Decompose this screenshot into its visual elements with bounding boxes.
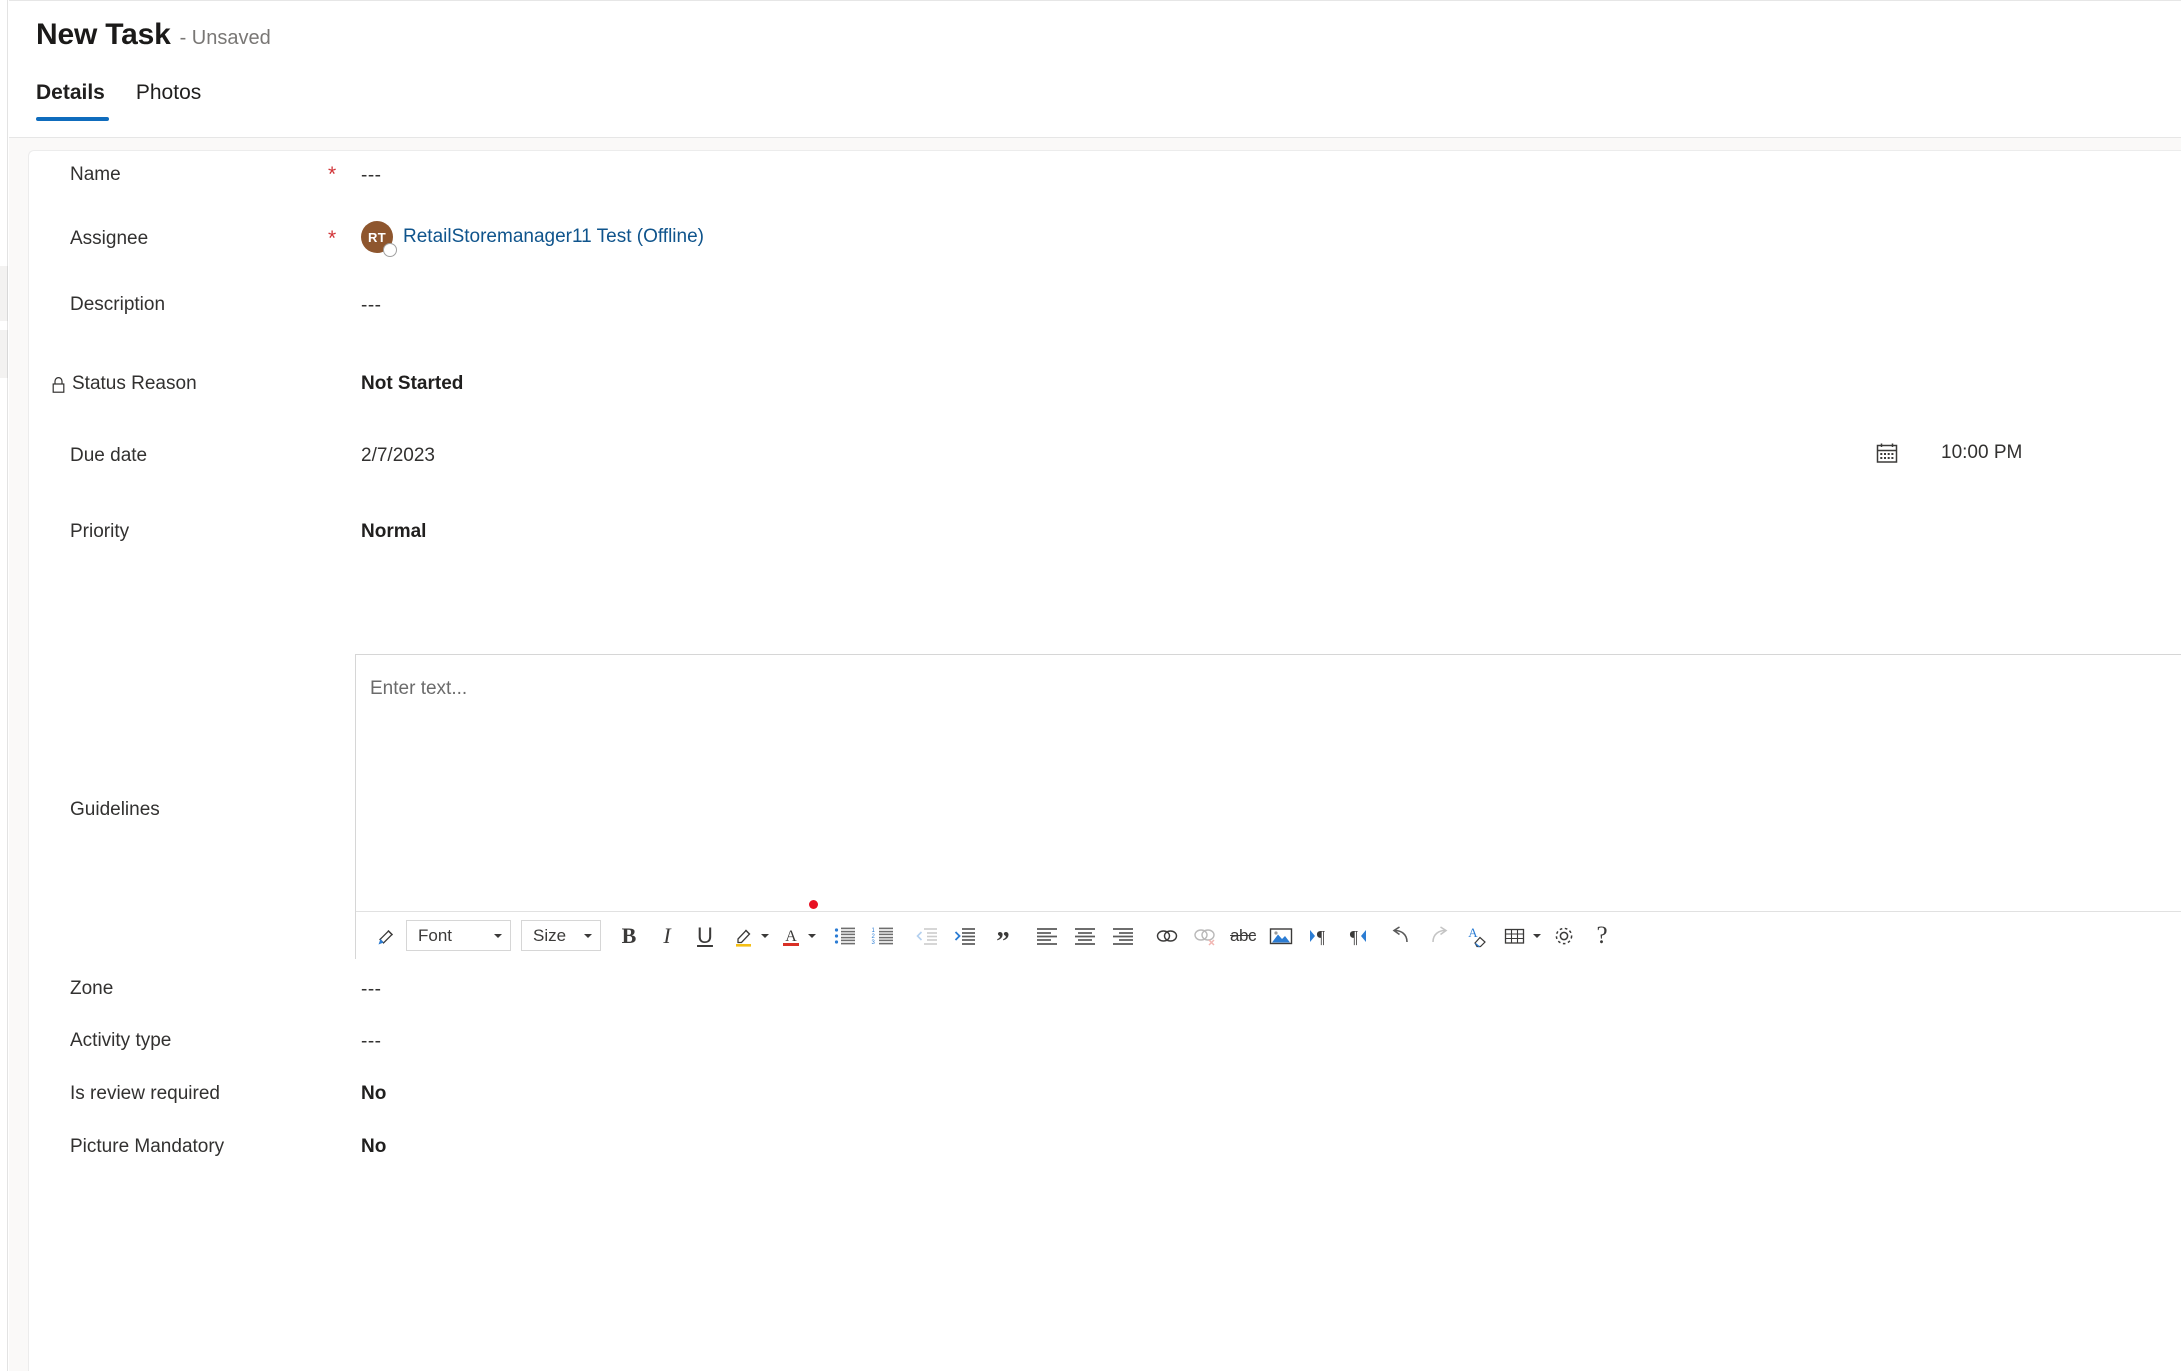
chevron-down-icon — [761, 933, 769, 938]
field-label-priority: Priority — [70, 521, 130, 542]
field-row-assignee: Assignee * RT RetailStoremanager11 Test … — [29, 213, 2181, 279]
ltr-direction-icon[interactable]: ¶ — [1301, 919, 1337, 953]
page-title: New Task - Unsaved — [36, 18, 271, 52]
chevron-down-icon — [808, 933, 816, 938]
undo-icon[interactable] — [1383, 919, 1419, 953]
field-label-zone: Zone — [70, 978, 114, 999]
svg-text:3: 3 — [872, 940, 876, 946]
page-body: Name * --- Assignee * RT RetailStoremana… — [9, 138, 2181, 1371]
field-label-picture-mandatory: Picture Mandatory — [70, 1136, 225, 1157]
field-label-assignee: Assignee — [70, 228, 149, 249]
task-form-card: Name * --- Assignee * RT RetailStoremana… — [28, 150, 2181, 1371]
font-family-value: Font — [418, 925, 453, 945]
underline-icon[interactable]: U — [687, 919, 723, 953]
avatar-initials: RT — [368, 229, 386, 245]
svg-text:A: A — [1468, 925, 1478, 940]
italic-icon[interactable]: I — [649, 919, 685, 953]
assignee-name-link[interactable]: RetailStoremanager11 Test (Offline) — [403, 225, 704, 249]
tab-photos-label: Photos — [135, 81, 202, 104]
insert-image-icon[interactable] — [1263, 919, 1299, 953]
redo-icon[interactable] — [1421, 919, 1457, 953]
editor-cursor-marker — [809, 900, 818, 909]
remove-link-icon[interactable] — [1187, 919, 1223, 953]
field-value-priority[interactable]: Normal — [361, 520, 426, 544]
required-marker-name: * — [328, 163, 337, 186]
assignee-chip[interactable]: RT RetailStoremanager11 Test (Offline) — [361, 221, 704, 257]
field-label-due-date: Due date — [70, 445, 148, 466]
guidelines-rich-text-editor: Enter text... Font Size B I U A 1 2 3 ” … — [355, 654, 2181, 959]
due-time-group: 10:00 PM — [1875, 441, 2022, 465]
chevron-down-icon — [1533, 933, 1541, 938]
presence-offline-icon — [383, 243, 397, 257]
task-form-window: New Task - Unsaved Details Photos Name *… — [0, 0, 2181, 1371]
field-value-description[interactable]: --- — [361, 294, 381, 318]
align-center-icon[interactable] — [1067, 919, 1103, 953]
numbered-list-icon[interactable]: 123 — [865, 919, 901, 953]
field-row-picture-mandatory: Picture Mandatory No — [29, 1117, 2181, 1189]
tab-bar: Details Photos — [36, 80, 232, 121]
field-row-due-date: Due date 2/7/2023 10:00 PM — [29, 429, 2181, 505]
field-row-status-reason: Status Reason Not Started — [29, 351, 2181, 429]
page-header: New Task - Unsaved Details Photos — [9, 0, 2181, 138]
text-highlight-icon[interactable] — [725, 919, 772, 953]
tab-photos[interactable]: Photos — [136, 80, 214, 121]
font-color-icon[interactable]: A — [774, 919, 819, 953]
field-value-zone[interactable]: --- — [361, 978, 381, 1002]
increase-indent-icon[interactable] — [947, 919, 983, 953]
rich-text-input[interactable]: Enter text... — [356, 655, 2181, 911]
rich-text-placeholder: Enter text... — [370, 678, 468, 699]
page-title-text: New Task — [36, 18, 171, 51]
field-row-priority: Priority Normal — [29, 505, 2181, 581]
font-size-value: Size — [533, 925, 567, 945]
blockquote-icon[interactable]: ” — [985, 919, 1021, 954]
field-row-description: Description --- — [29, 279, 2181, 351]
rtl-direction-icon[interactable]: ¶ — [1339, 919, 1375, 953]
window-left-chrome — [0, 0, 8, 1371]
page-title-status: - Unsaved — [179, 27, 271, 49]
chrome-strip-segment — [0, 266, 8, 321]
bulleted-list-icon[interactable] — [827, 919, 863, 953]
font-family-select[interactable]: Font — [406, 920, 511, 951]
editor-settings-gear-icon[interactable] — [1546, 919, 1582, 953]
font-size-select[interactable]: Size — [521, 920, 601, 951]
chevron-down-icon — [494, 933, 502, 938]
field-value-picture-mandatory[interactable]: No — [361, 1135, 386, 1159]
field-label-status-reason-text: Status Reason — [72, 373, 197, 394]
tab-details[interactable]: Details — [36, 80, 118, 121]
due-date-input[interactable]: 2/7/2023 — [361, 444, 435, 468]
insert-table-icon[interactable] — [1497, 919, 1544, 953]
lock-icon — [51, 376, 66, 394]
help-icon[interactable]: ? — [1584, 919, 1620, 953]
align-left-icon[interactable] — [1029, 919, 1065, 953]
field-value-name[interactable]: --- — [361, 164, 381, 188]
field-label-description: Description — [70, 294, 166, 315]
avatar: RT — [361, 221, 397, 257]
chrome-strip-segment — [0, 330, 8, 378]
svg-text:A: A — [785, 928, 797, 945]
field-value-activity-type[interactable]: --- — [361, 1030, 381, 1054]
svg-text:¶: ¶ — [1350, 927, 1358, 947]
field-label-name: Name — [70, 164, 121, 185]
field-label-activity-type: Activity type — [70, 1030, 172, 1051]
calendar-icon[interactable] — [1875, 441, 1899, 465]
bold-icon[interactable]: B — [611, 919, 647, 953]
decrease-indent-icon[interactable] — [909, 919, 945, 953]
field-value-is-review-required[interactable]: No — [361, 1082, 386, 1106]
svg-text:¶: ¶ — [1317, 927, 1325, 947]
chevron-down-icon — [584, 933, 592, 938]
align-right-icon[interactable] — [1105, 919, 1141, 953]
due-time-input[interactable]: 10:00 PM — [1941, 441, 2022, 465]
insert-link-icon[interactable] — [1149, 919, 1185, 953]
field-value-status-reason: Not Started — [361, 373, 464, 394]
rich-text-toolbar: Font Size B I U A 1 2 3 ” abc ¶ ¶ A ? — [356, 911, 2181, 959]
field-label-status-reason: Status Reason — [51, 372, 197, 396]
tab-details-label: Details — [36, 81, 105, 104]
clear-formatting-icon[interactable]: A — [1459, 919, 1495, 953]
header-top-divider — [9, 0, 2181, 1]
format-painter-icon[interactable] — [368, 919, 404, 953]
strikethrough-icon[interactable]: abc — [1225, 919, 1261, 953]
field-label-guidelines: Guidelines — [70, 799, 160, 820]
field-label-is-review-required: Is review required — [70, 1083, 220, 1104]
required-marker-assignee: * — [328, 227, 337, 250]
